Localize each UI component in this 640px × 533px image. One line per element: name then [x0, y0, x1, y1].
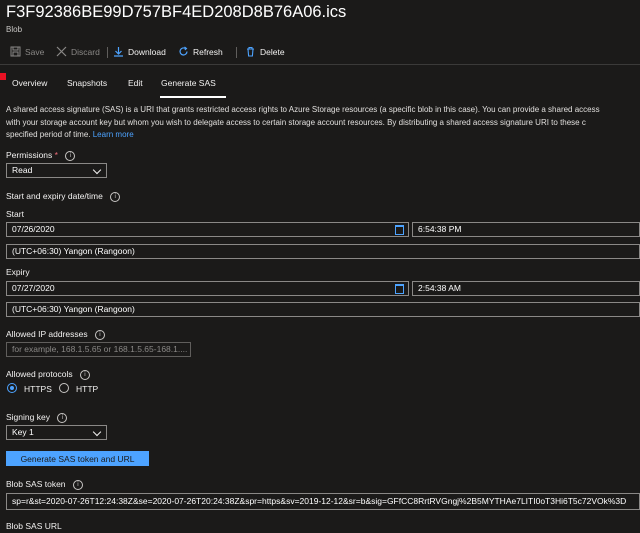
allowed-ip-label: Allowed IP addresses i: [6, 329, 105, 340]
blob-sas-token-label-text: Blob SAS token: [6, 479, 66, 489]
learn-more-link[interactable]: Learn more: [93, 130, 134, 139]
chevron-down-icon: [92, 165, 102, 175]
expiry-date-value: 07/27/2020: [12, 283, 55, 293]
date-section-label: Start and expiry date/time i: [6, 191, 121, 202]
generate-sas-button[interactable]: Generate SAS token and URL: [6, 451, 149, 466]
expiry-timezone-dropdown[interactable]: (UTC+06:30) Yangon (Rangoon): [6, 302, 640, 317]
allowed-ip-input[interactable]: for example, 168.1.5.65 or 168.1.5.65-16…: [6, 342, 191, 357]
description-line: specified period of time. Learn more: [6, 129, 640, 142]
refresh-label: Refresh: [193, 46, 223, 57]
required-marker: *: [54, 150, 58, 160]
info-icon[interactable]: i: [80, 369, 90, 380]
expiry-time-input[interactable]: 2:54:38 AM: [412, 281, 640, 296]
permissions-label: Permissions * i: [6, 150, 76, 161]
tab-snapshots[interactable]: Snapshots: [67, 78, 107, 88]
download-label: Download: [128, 46, 166, 57]
blob-sas-token-value: sp=r&st=2020-07-26T12:24:38Z&se=2020-07-…: [12, 496, 627, 506]
expiry-time-value: 2:54:38 AM: [418, 283, 462, 293]
command-bar: Save Discard Download Refresh Delete: [0, 42, 640, 62]
permissions-value: Read: [12, 165, 33, 175]
refresh-button[interactable]: Refresh: [178, 46, 223, 57]
signing-key-value: Key 1: [12, 427, 34, 437]
signing-key-label: Signing key i: [6, 412, 68, 423]
active-tab-indicator: [160, 96, 226, 98]
expiry-date-input[interactable]: 07/27/2020: [6, 281, 409, 296]
save-label: Save: [25, 46, 45, 57]
info-icon[interactable]: i: [94, 329, 105, 340]
start-date-value: 07/26/2020: [12, 224, 55, 234]
info-icon[interactable]: i: [72, 479, 83, 490]
blob-sas-url-label: Blob SAS URL: [6, 521, 62, 531]
description-line: A shared access signature (SAS) is a URI…: [6, 105, 600, 114]
start-timezone-value: (UTC+06:30) Yangon (Rangoon): [12, 246, 135, 256]
blade-title: F3F92386BE99D757BF4ED208D8B76A06.ics: [6, 3, 347, 21]
delete-label: Delete: [260, 46, 285, 57]
allowed-ip-placeholder: for example, 168.1.5.65 or 168.1.5.65-16…: [12, 344, 188, 354]
expiry-label: Expiry: [6, 267, 30, 277]
tab-overview[interactable]: Overview: [12, 78, 47, 88]
close-icon: [56, 46, 67, 57]
https-label: HTTPS: [24, 384, 52, 394]
info-icon[interactable]: i: [57, 412, 68, 423]
https-radio[interactable]: [7, 383, 17, 393]
trash-icon: [247, 46, 254, 57]
start-time-value: 6:54:38 PM: [418, 224, 462, 234]
calendar-icon[interactable]: [395, 225, 404, 235]
start-timezone-dropdown[interactable]: (UTC+06:30) Yangon (Rangoon): [6, 244, 640, 259]
allowed-ip-label-text: Allowed IP addresses: [6, 329, 88, 339]
refresh-icon: [179, 46, 188, 56]
toolbar-divider-line: [0, 64, 640, 65]
discard-label: Discard: [71, 46, 100, 57]
info-icon[interactable]: i: [110, 191, 121, 202]
save-button[interactable]: Save: [10, 46, 44, 57]
toolbar-divider: [107, 47, 108, 58]
date-section-label-text: Start and expiry date/time: [6, 191, 103, 201]
signing-key-dropdown[interactable]: Key 1: [6, 425, 107, 440]
blob-sas-token-label: Blob SAS token i: [6, 479, 83, 490]
discard-button[interactable]: Discard: [56, 46, 100, 57]
blade-subtitle: Blob: [6, 25, 23, 34]
download-icon: [114, 47, 123, 57]
http-radio[interactable]: [59, 383, 69, 393]
info-icon[interactable]: i: [65, 150, 76, 161]
description-text: specified period of time.: [6, 130, 91, 139]
tab-generate-sas[interactable]: Generate SAS: [161, 78, 216, 88]
permissions-dropdown[interactable]: Read: [6, 163, 107, 178]
start-date-input[interactable]: 07/26/2020: [6, 222, 409, 237]
permissions-label-text: Permissions: [6, 150, 53, 160]
allowed-protocols-label: Allowed protocols i: [6, 369, 90, 380]
signing-key-label-text: Signing key: [6, 412, 50, 422]
delete-button[interactable]: Delete: [245, 46, 285, 57]
chevron-down-icon: [92, 427, 102, 437]
start-label: Start: [6, 209, 24, 219]
blob-sas-token-field[interactable]: sp=r&st=2020-07-26T12:24:38Z&se=2020-07-…: [6, 493, 640, 510]
sas-description: A shared access signature (SAS) is a URI…: [6, 104, 640, 142]
expiry-timezone-value: (UTC+06:30) Yangon (Rangoon): [12, 304, 135, 314]
description-line: with your storage account key but whom y…: [6, 117, 586, 127]
download-button[interactable]: Download: [113, 46, 166, 57]
start-time-input[interactable]: 6:54:38 PM: [412, 222, 640, 237]
save-icon: [10, 46, 21, 57]
http-label: HTTP: [76, 384, 99, 394]
calendar-icon[interactable]: [395, 284, 404, 294]
toolbar-divider: [236, 47, 237, 58]
allowed-protocols-label-text: Allowed protocols: [6, 369, 73, 379]
status-marker: [0, 73, 6, 80]
tab-edit[interactable]: Edit: [128, 78, 143, 88]
